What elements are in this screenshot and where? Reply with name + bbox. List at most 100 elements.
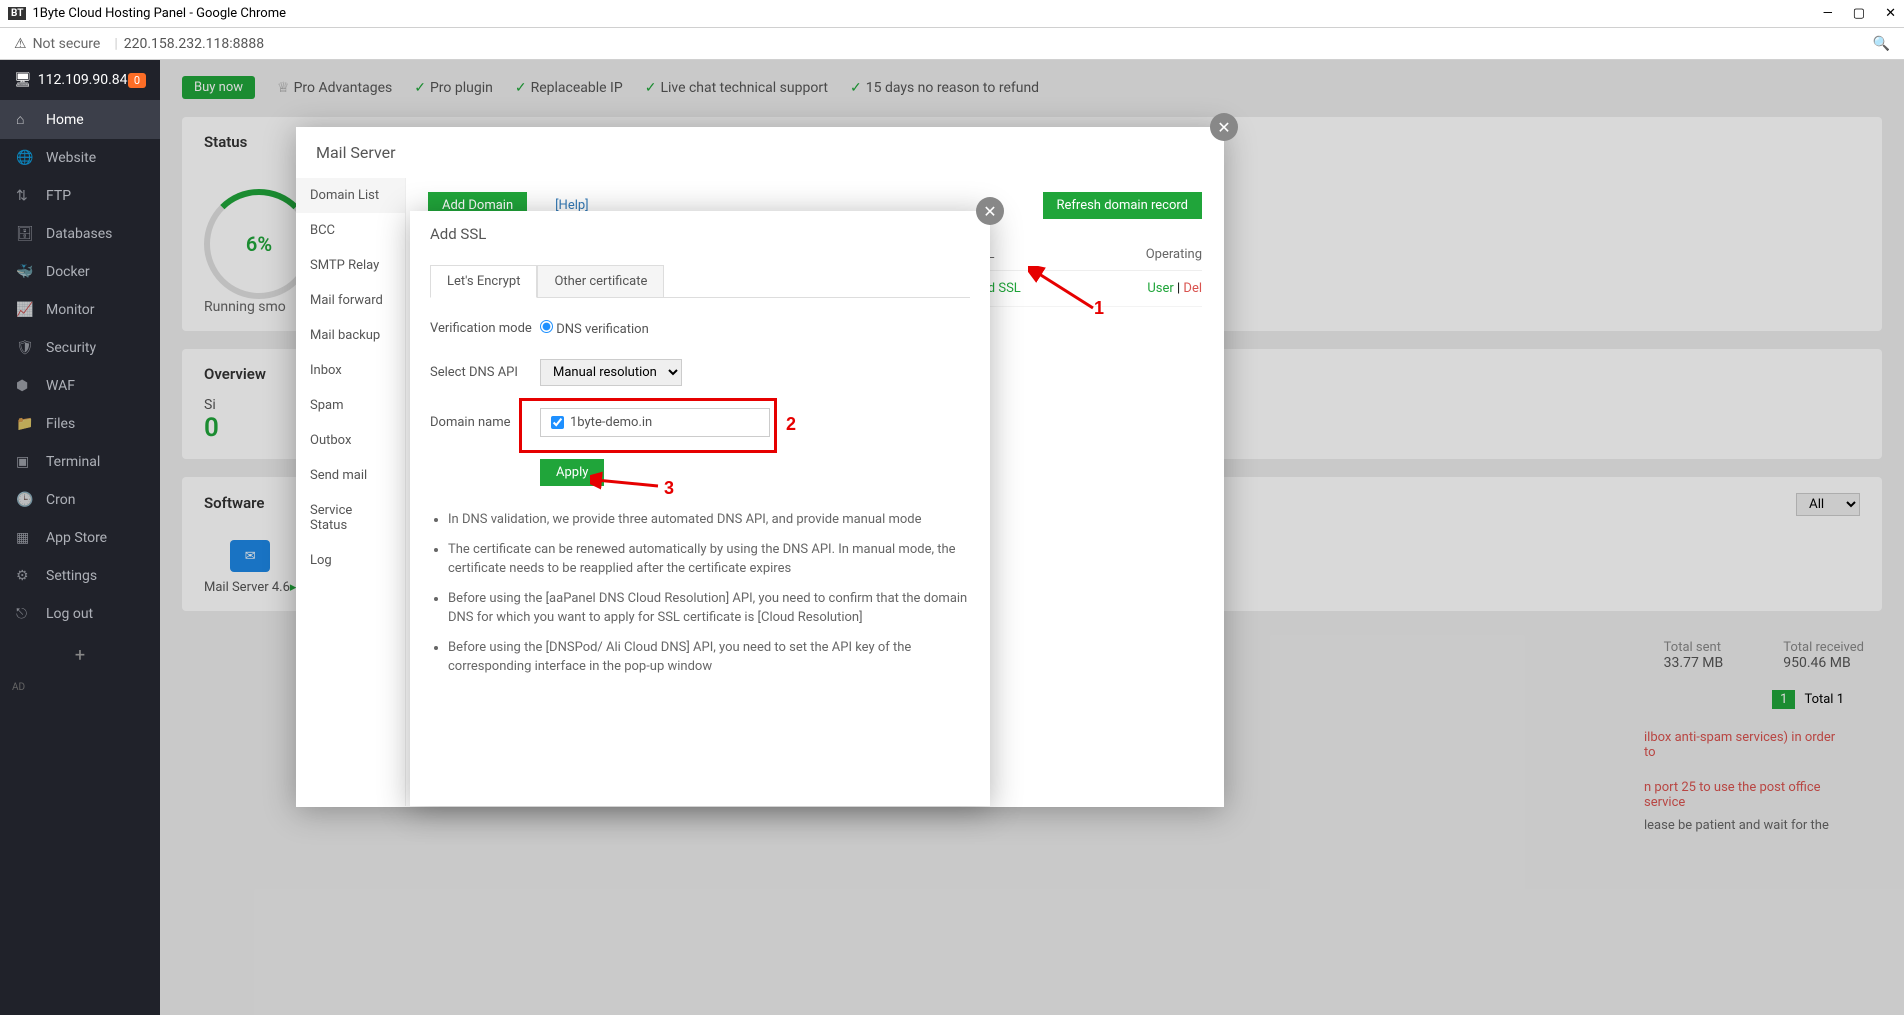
folder-icon: 📁 bbox=[16, 416, 36, 432]
overview-label: Si bbox=[204, 397, 219, 413]
sidebar-item-waf[interactable]: ⬢WAF bbox=[0, 367, 160, 405]
chrome-titlebar: BT 1Byte Cloud Hosting Panel - Google Ch… bbox=[0, 0, 1904, 28]
url-bar[interactable]: ⚠ Not secure | 220.158.232.118:8888 🔍 bbox=[0, 28, 1904, 60]
shield-icon: 🛡 bbox=[16, 340, 36, 356]
sidebar-item-label: Databases bbox=[46, 226, 112, 242]
url-text: 220.158.232.118:8888 bbox=[124, 36, 264, 52]
mm-item-spam[interactable]: Spam bbox=[296, 388, 405, 423]
user-link[interactable]: User bbox=[1147, 281, 1173, 296]
sidebar-item-label: Settings bbox=[46, 568, 97, 584]
total-recv-label: Total received bbox=[1783, 640, 1864, 655]
sidebar-item-website[interactable]: 🌐 Website bbox=[0, 139, 160, 177]
refresh-domain-button[interactable]: Refresh domain record bbox=[1043, 192, 1203, 219]
maximize-icon[interactable]: ▢ bbox=[1853, 6, 1865, 21]
feature-pro-plugin: ✓Pro plugin bbox=[414, 80, 493, 96]
sidebar-item-label: Docker bbox=[46, 264, 90, 280]
sidebar-item-label: FTP bbox=[46, 188, 71, 204]
note-item: Before using the [DNSPod/ Ali Cloud DNS]… bbox=[448, 638, 970, 677]
mail-icon: ✉ bbox=[230, 540, 270, 572]
sidebar-item-files[interactable]: 📁 Files bbox=[0, 405, 160, 443]
mm-item-backup[interactable]: Mail backup bbox=[296, 318, 405, 353]
ssl-modal-title: Add SSL bbox=[410, 211, 990, 257]
domain-value: 1byte-demo.in bbox=[570, 415, 652, 430]
apply-button[interactable]: Apply bbox=[540, 459, 604, 486]
ad-label: AD bbox=[0, 678, 160, 697]
feature-refund: ✓15 days no reason to refund bbox=[850, 80, 1039, 96]
mm-item-inbox[interactable]: Inbox bbox=[296, 353, 405, 388]
close-icon[interactable]: ✕ bbox=[976, 197, 1004, 225]
sidebar-item-terminal[interactable]: ▣Terminal bbox=[0, 443, 160, 481]
domain-checkbox-box[interactable]: 1byte-demo.in bbox=[540, 408, 770, 437]
sidebar-item-ftp[interactable]: ⇅ FTP bbox=[0, 177, 160, 215]
sidebar-item-label: Monitor bbox=[46, 302, 95, 318]
grid-icon: ▦ bbox=[16, 530, 36, 546]
close-icon[interactable]: ✕ bbox=[1210, 113, 1238, 141]
sidebar-item-label: Cron bbox=[46, 492, 75, 508]
software-filter[interactable]: All bbox=[1796, 493, 1860, 516]
overview-value: 0 bbox=[204, 413, 219, 443]
sidebar-item-home[interactable]: ⌂Home bbox=[0, 100, 160, 139]
mm-item-log[interactable]: Log bbox=[296, 543, 405, 578]
close-window-icon[interactable]: ✕ bbox=[1885, 6, 1896, 21]
domain-row: Domain name 1byte-demo.in bbox=[430, 408, 970, 437]
sidebar-item-label: Security bbox=[46, 340, 96, 356]
mm-item-forward[interactable]: Mail forward bbox=[296, 283, 405, 318]
sidebar-item-databases[interactable]: 🗄 Databases bbox=[0, 215, 160, 253]
bt-favicon: BT bbox=[8, 7, 26, 20]
buy-now-button[interactable]: Buy now bbox=[182, 76, 255, 99]
software-item-mail[interactable]: ✉ Mail Server 4.6▸ bbox=[204, 540, 296, 595]
del-link[interactable]: Del bbox=[1183, 281, 1202, 296]
gear-icon: ⚙ bbox=[16, 568, 36, 584]
globe-icon: 🌐 bbox=[16, 150, 36, 166]
mm-item-bcc[interactable]: BCC bbox=[296, 213, 405, 248]
search-icon[interactable]: 🔍 bbox=[1873, 36, 1890, 52]
tab-other-cert[interactable]: Other certificate bbox=[537, 265, 664, 298]
sidebar-item-logout[interactable]: ⎋Log out bbox=[0, 595, 160, 633]
sidebar-item-docker[interactable]: 🐳 Docker bbox=[0, 253, 160, 291]
verification-label: Verification mode bbox=[430, 321, 540, 336]
domain-checkbox[interactable] bbox=[551, 416, 564, 429]
pro-advantages: ♕Pro Advantages bbox=[277, 80, 392, 96]
mm-item-send[interactable]: Send mail bbox=[296, 458, 405, 493]
dns-verification-radio[interactable]: DNS verification bbox=[540, 320, 649, 337]
sidebar-item-monitor[interactable]: 📈Monitor bbox=[0, 291, 160, 329]
net-stats: Total sent33.77 MB Total received950.46 … bbox=[1664, 640, 1864, 671]
pagination: 1 Total 1 bbox=[1772, 692, 1844, 707]
dns-api-label: Select DNS API bbox=[430, 365, 540, 380]
sidebar-ip[interactable]: 🖥 112.109.90.84 0 bbox=[0, 60, 160, 100]
docker-icon: 🐳 bbox=[16, 264, 36, 280]
ssl-notes: In DNS validation, we provide three auto… bbox=[430, 510, 970, 677]
sidebar-item-label: Files bbox=[46, 416, 75, 432]
sidebar-item-security[interactable]: 🛡 Security bbox=[0, 329, 160, 367]
monitor-icon: 🖥 bbox=[14, 72, 32, 88]
warning-text: ilbox anti-spam services) in order to n … bbox=[1644, 730, 1844, 833]
page-button[interactable]: 1 bbox=[1772, 690, 1795, 709]
sidebar-item-cron[interactable]: 🕒Cron bbox=[0, 481, 160, 519]
ftp-icon: ⇅ bbox=[16, 188, 36, 204]
mm-item-domain-list[interactable]: Domain List bbox=[296, 178, 405, 213]
sidebar: 🖥 112.109.90.84 0 ⌂Home 🌐 Website ⇅ FTP 🗄 D… bbox=[0, 60, 160, 1015]
sidebar-add[interactable]: + bbox=[0, 633, 160, 678]
page-total: Total 1 bbox=[1804, 692, 1844, 707]
mm-item-outbox[interactable]: Outbox bbox=[296, 423, 405, 458]
note-item: Before using the [aaPanel DNS Cloud Reso… bbox=[448, 589, 970, 628]
sidebar-item-settings[interactable]: ⚙ Settings bbox=[0, 557, 160, 595]
db-icon: 🗄 bbox=[16, 226, 36, 242]
mm-item-status[interactable]: Service Status bbox=[296, 493, 405, 543]
sidebar-item-label: Website bbox=[46, 150, 96, 166]
warning-icon: ⚠ bbox=[14, 36, 27, 52]
total-sent-value: 33.77 MB bbox=[1664, 655, 1724, 671]
minimize-icon[interactable]: — bbox=[1823, 6, 1833, 21]
not-secure-label: Not secure bbox=[33, 36, 101, 52]
mail-modal-sidebar: Domain List BCC SMTP Relay Mail forward … bbox=[296, 178, 406, 806]
tab-lets-encrypt[interactable]: Let's Encrypt bbox=[430, 265, 537, 298]
note-item: In DNS validation, we provide three auto… bbox=[448, 510, 970, 530]
logout-icon: ⎋ bbox=[16, 606, 36, 622]
col-ssl: SSL bbox=[972, 247, 1092, 262]
annotation-num-2: 2 bbox=[786, 414, 796, 435]
dns-api-select[interactable]: Manual resolution bbox=[540, 359, 682, 386]
sidebar-item-appstore[interactable]: ▦App Store bbox=[0, 519, 160, 557]
window-title: 1Byte Cloud Hosting Panel - Google Chrom… bbox=[32, 6, 286, 21]
mm-item-smtp[interactable]: SMTP Relay bbox=[296, 248, 405, 283]
sidebar-item-label: Terminal bbox=[46, 454, 100, 470]
